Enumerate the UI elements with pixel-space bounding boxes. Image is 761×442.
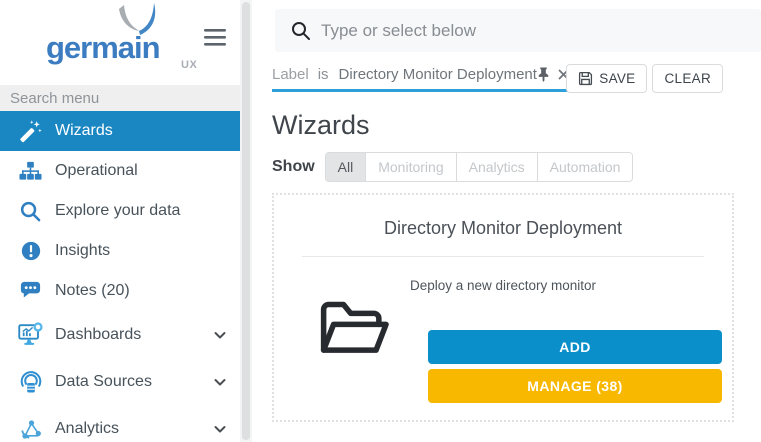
- dashboard-icon: [18, 323, 43, 347]
- alert-circle-icon: [18, 239, 43, 263]
- sidebar-menu: Wizards Operational: [0, 111, 240, 442]
- show-label: Show: [272, 158, 315, 176]
- tab-automation[interactable]: Automation: [538, 153, 633, 181]
- logo: germain UX: [0, 0, 240, 85]
- sitemap-icon: [18, 159, 43, 183]
- filter-buttons: SAVE CLEAR: [566, 64, 723, 93]
- category-tabs: All Monitoring Analytics Automation: [325, 152, 634, 182]
- sidebar-item-label: Analytics: [55, 420, 119, 438]
- wizard-card: Directory Monitor Deployment Deploy a ne…: [272, 193, 734, 422]
- pin-icon[interactable]: [537, 67, 550, 82]
- analytics-icon: [18, 417, 43, 441]
- sidebar-scrollbar[interactable]: [240, 0, 252, 442]
- wizard-card-title: Directory Monitor Deployment: [274, 218, 732, 239]
- filter-value: Directory Monitor Deployment: [339, 66, 537, 83]
- clear-button[interactable]: CLEAR: [652, 64, 723, 93]
- global-search-input[interactable]: [321, 21, 701, 41]
- chevron-down-icon[interactable]: [212, 421, 228, 437]
- sidebar-item-label: Insights: [55, 242, 110, 260]
- filter-row: Label is Directory Monitor Deployment: [272, 62, 761, 94]
- database-icon: [18, 370, 43, 394]
- sidebar-item-label: Explore your data: [55, 202, 180, 220]
- manage-button[interactable]: MANAGE (38): [428, 369, 722, 403]
- logo-text: germain: [46, 30, 160, 66]
- sidebar-item-analytics[interactable]: Analytics: [0, 405, 240, 442]
- open-folder-icon: [318, 299, 390, 362]
- chevron-down-icon[interactable]: [212, 374, 228, 390]
- global-search-bar[interactable]: [275, 9, 761, 52]
- card-divider: [302, 256, 704, 257]
- sidebar-search-input[interactable]: [0, 85, 240, 111]
- save-button-label: SAVE: [599, 71, 635, 86]
- tab-monitoring[interactable]: Monitoring: [366, 153, 456, 181]
- sidebar-item-label: Notes (20): [55, 282, 130, 300]
- sidebar: germain UX: [0, 0, 240, 442]
- app-window: germain UX: [0, 0, 761, 442]
- wizard-card-actions: ADD MANAGE (38): [428, 330, 722, 403]
- sidebar-item-insights[interactable]: Insights: [0, 231, 240, 271]
- sidebar-item-wizards[interactable]: Wizards: [0, 111, 240, 151]
- main-content: Label is Directory Monitor Deployment: [252, 0, 761, 442]
- sidebar-item-explore-your-data[interactable]: Explore your data: [0, 191, 240, 231]
- show-filter-row: Show All Monitoring Analytics Automation: [272, 152, 633, 182]
- filter-operator: is: [318, 66, 329, 83]
- search-icon: [291, 21, 310, 40]
- sidebar-item-notes[interactable]: Notes (20): [0, 271, 240, 311]
- save-icon: [578, 71, 593, 86]
- sidebar-item-label: Data Sources: [55, 373, 152, 391]
- add-button[interactable]: ADD: [428, 330, 722, 364]
- tab-all[interactable]: All: [326, 153, 367, 181]
- filter-chip[interactable]: Label is Directory Monitor Deployment: [272, 62, 575, 92]
- logo-sub-text: UX: [181, 59, 197, 71]
- magic-wand-icon: [18, 119, 43, 143]
- sidebar-item-data-sources[interactable]: Data Sources: [0, 358, 240, 405]
- search-icon: [18, 199, 43, 223]
- sidebar-item-label: Operational: [55, 162, 138, 180]
- scrollbar-thumb[interactable]: [242, 2, 250, 440]
- chevron-down-icon[interactable]: [212, 327, 228, 343]
- sidebar-item-label: Wizards: [55, 122, 113, 140]
- wizard-card-description: Deploy a new directory monitor: [274, 278, 732, 293]
- filter-field: Label: [272, 66, 309, 83]
- tab-analytics[interactable]: Analytics: [457, 153, 538, 181]
- sidebar-item-label: Dashboards: [55, 326, 141, 344]
- sidebar-item-dashboards[interactable]: Dashboards: [0, 311, 240, 358]
- save-button[interactable]: SAVE: [566, 64, 647, 93]
- hamburger-menu-icon[interactable]: [204, 28, 227, 52]
- sidebar-item-operational[interactable]: Operational: [0, 151, 240, 191]
- chat-bubble-icon: [18, 279, 43, 303]
- clear-button-label: CLEAR: [664, 71, 711, 86]
- page-title: Wizards: [272, 110, 370, 141]
